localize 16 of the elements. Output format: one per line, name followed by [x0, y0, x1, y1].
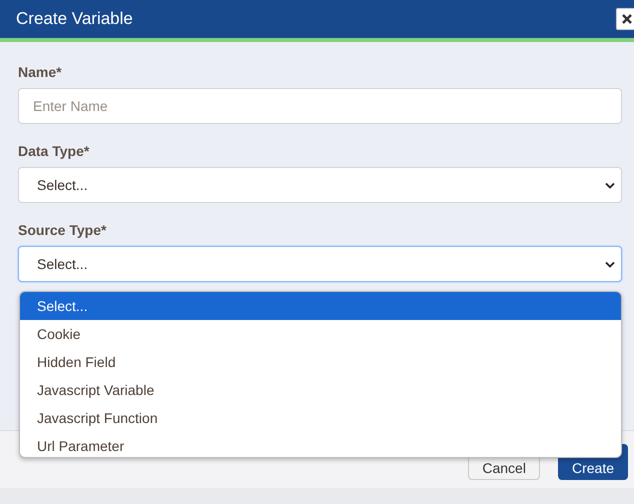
field-label: Name*: [18, 64, 63, 80]
dropdown-option[interactable]: Cookie: [20, 320, 621, 348]
select-field[interactable]: Select...: [18, 246, 622, 282]
field-label: Data Type*: [18, 143, 90, 159]
dropdown-option[interactable]: Hidden Field: [20, 348, 621, 376]
dropdown-option[interactable]: Select...: [20, 292, 621, 320]
chevron-down-icon: [605, 182, 615, 188]
close-button[interactable]: [616, 8, 634, 30]
dropdown-option[interactable]: Javascript Function: [20, 404, 621, 432]
input-field[interactable]: Enter Name: [18, 88, 622, 124]
close-icon: [622, 14, 632, 24]
field-label: Source Type*: [18, 222, 108, 238]
chevron-down-icon: [605, 260, 615, 268]
dropdown-option[interactable]: Javascript Variable: [20, 376, 621, 404]
select-field[interactable]: Select...: [18, 167, 622, 203]
dialog-title: Create Variable: [16, 9, 133, 29]
